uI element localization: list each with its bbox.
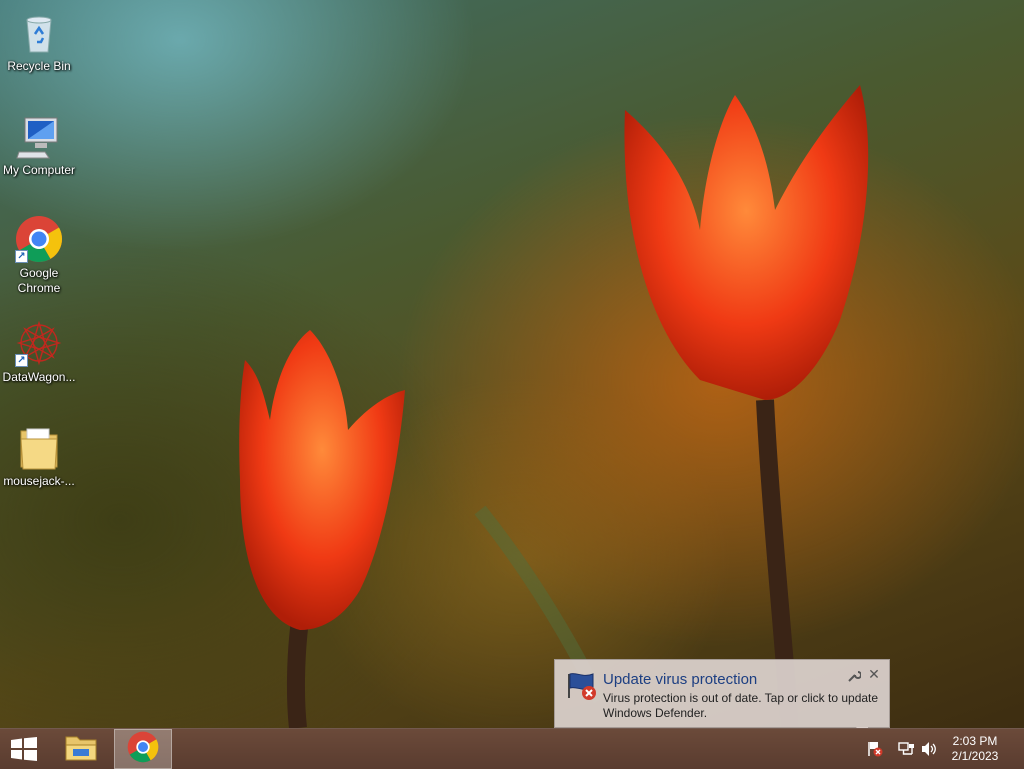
action-center-error-icon[interactable] — [866, 741, 884, 757]
network-icon[interactable] — [897, 741, 915, 757]
clock-date: 2/1/2023 — [951, 749, 999, 763]
shortcut-arrow-icon: ↗ — [15, 250, 28, 263]
desktop-icon-label: DataWagon... — [2, 370, 76, 384]
clock-time: 2:03 PM — [952, 734, 998, 748]
taskbar-clock[interactable]: 2:03 PM 2/1/2023 — [940, 734, 1010, 764]
desktop-icon-label: My Computer — [2, 163, 76, 177]
computer-icon — [15, 112, 63, 160]
desktop-wallpaper — [239, 85, 869, 728]
close-icon[interactable]: ✕ — [867, 667, 881, 681]
recycle-bin-icon — [15, 8, 63, 56]
desktop-icon-mousejack-folder[interactable]: mousejack-... — [0, 423, 78, 489]
defender-flag-error-icon — [565, 670, 599, 702]
notification-title: Update virus protection — [603, 671, 758, 688]
desktop-icon-label: mousejack-... — [3, 474, 75, 488]
desktop-icon-google-chrome[interactable]: ↗ Google Chrome — [0, 215, 78, 296]
taskbar-file-explorer-button[interactable] — [52, 729, 110, 769]
desktop-icon-label: Recycle Bin — [7, 59, 71, 73]
volume-icon[interactable] — [920, 741, 938, 757]
chrome-icon — [127, 731, 159, 768]
datawagon-icon: ↗ — [15, 319, 63, 367]
notification-balloon[interactable]: Update virus protection Virus protection… — [554, 659, 890, 728]
shortcut-arrow-icon: ↗ — [15, 354, 28, 367]
desktop-icon-recycle-bin[interactable]: Recycle Bin — [0, 8, 78, 74]
taskbar: 2:03 PM 2/1/2023 — [0, 728, 1024, 769]
options-wrench-icon[interactable] — [847, 669, 862, 683]
folder-icon — [15, 423, 63, 471]
taskbar-chrome-button[interactable] — [114, 729, 172, 769]
chrome-icon: ↗ — [15, 215, 63, 263]
start-button[interactable] — [8, 737, 40, 761]
desktop-icon-my-computer[interactable]: My Computer — [0, 112, 78, 178]
desktop-icon-label: Google Chrome — [17, 266, 61, 295]
notification-body: Virus protection is out of date. Tap or … — [603, 691, 879, 720]
desktop-icon-datawagon[interactable]: ↗ DataWagon... — [0, 319, 78, 385]
folder-icon — [64, 732, 98, 767]
